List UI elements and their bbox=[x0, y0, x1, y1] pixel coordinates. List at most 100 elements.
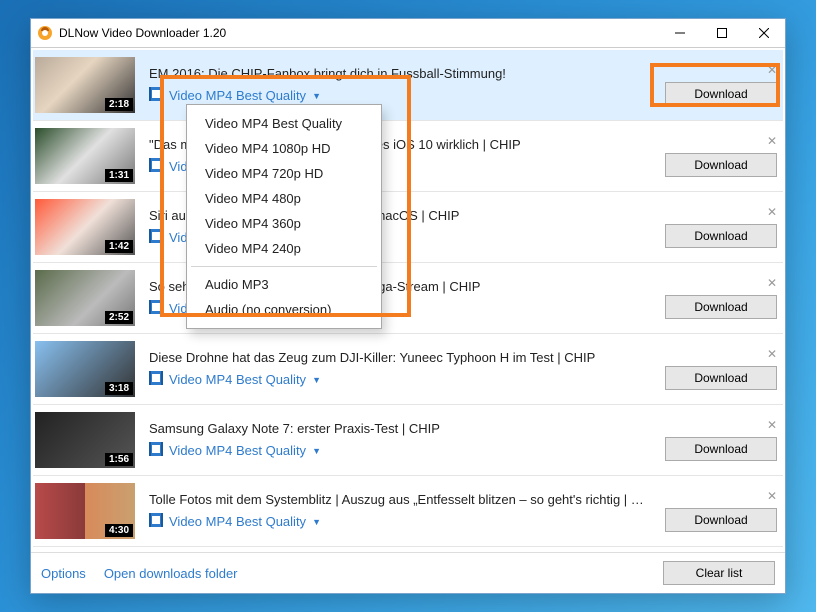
video-meta: EM 2016: Die CHIP-Fanbox bringt dich in … bbox=[135, 66, 647, 104]
quality-label: Video MP4 Best Quality bbox=[169, 88, 306, 103]
maximize-icon bbox=[717, 28, 727, 38]
remove-item-button[interactable]: ✕ bbox=[767, 348, 777, 362]
video-meta: Diese Drohne hat das Zeug zum DJI-Killer… bbox=[135, 350, 647, 388]
row-actions: ✕ Download bbox=[647, 64, 777, 106]
app-icon bbox=[37, 25, 53, 41]
quality-selector[interactable]: Video MP4 Best Quality ▼ bbox=[149, 87, 647, 104]
video-list: 2:18 EM 2016: Die CHIP-Fanbox bringt dich… bbox=[31, 48, 785, 552]
download-button[interactable]: Download bbox=[665, 366, 777, 390]
chevron-down-icon: ▼ bbox=[312, 446, 321, 456]
download-label: Download bbox=[694, 300, 747, 314]
quality-selector[interactable]: Video MP4 Best Quality ▼ bbox=[149, 371, 647, 388]
row-actions: ✕ Download bbox=[647, 277, 777, 319]
row-actions: ✕ Download bbox=[647, 419, 777, 461]
video-duration: 1:42 bbox=[105, 240, 133, 253]
video-title: Samsung Galaxy Note 7: erster Praxis-Tes… bbox=[149, 421, 647, 436]
video-meta: Samsung Galaxy Note 7: erster Praxis-Tes… bbox=[135, 421, 647, 459]
remove-item-button[interactable]: ✕ bbox=[767, 206, 777, 220]
film-icon bbox=[149, 229, 169, 246]
row-actions: ✕ Download bbox=[647, 348, 777, 390]
film-icon bbox=[149, 513, 169, 530]
quality-label: Video MP4 Best Quality bbox=[169, 372, 306, 387]
video-thumbnail[interactable]: 4:30 bbox=[35, 483, 135, 539]
film-icon bbox=[149, 442, 169, 459]
window-controls bbox=[659, 19, 785, 47]
download-button[interactable]: Download bbox=[665, 153, 777, 177]
video-thumbnail[interactable]: 1:42 bbox=[35, 199, 135, 255]
download-button[interactable]: Download bbox=[665, 437, 777, 461]
options-link[interactable]: Options bbox=[41, 566, 86, 581]
video-row[interactable]: 4:30 Tolle Fotos mit dem Systemblitz | Au… bbox=[33, 476, 783, 547]
dropdown-item[interactable]: Video MP4 Best Quality bbox=[187, 111, 381, 136]
video-duration: 1:56 bbox=[105, 453, 133, 466]
close-icon bbox=[759, 28, 769, 38]
clear-list-label: Clear list bbox=[696, 566, 743, 580]
download-button[interactable]: Download bbox=[665, 224, 777, 248]
download-label: Download bbox=[694, 87, 747, 101]
maximize-button[interactable] bbox=[701, 19, 743, 47]
row-actions: ✕ Download bbox=[647, 206, 777, 248]
dropdown-item[interactable]: Audio (no conversion) bbox=[187, 297, 381, 322]
download-label: Download bbox=[694, 158, 747, 172]
remove-item-button[interactable]: ✕ bbox=[767, 135, 777, 149]
film-icon bbox=[149, 300, 169, 317]
minimize-icon bbox=[675, 28, 685, 38]
titlebar[interactable]: DLNow Video Downloader 1.20 bbox=[31, 19, 785, 48]
quality-dropdown[interactable]: Video MP4 Best QualityVideo MP4 1080p HD… bbox=[186, 104, 382, 329]
close-button[interactable] bbox=[743, 19, 785, 47]
download-label: Download bbox=[694, 229, 747, 243]
video-duration: 4:30 bbox=[105, 524, 133, 537]
dropdown-item[interactable]: Video MP4 360p bbox=[187, 211, 381, 236]
quality-label: Video MP4 Best Quality bbox=[169, 443, 306, 458]
chevron-down-icon: ▼ bbox=[312, 517, 321, 527]
video-row[interactable]: 1:56 Samsung Galaxy Note 7: erster Praxis… bbox=[33, 405, 783, 476]
video-title: EM 2016: Die CHIP-Fanbox bringt dich in … bbox=[149, 66, 647, 81]
dropdown-separator bbox=[191, 266, 377, 267]
video-row[interactable]: 3:18 Diese Drohne hat das Zeug zum DJI-Ki… bbox=[33, 334, 783, 405]
video-title: Tolle Fotos mit dem Systemblitz | Auszug… bbox=[149, 492, 647, 507]
remove-item-button[interactable]: ✕ bbox=[767, 419, 777, 433]
film-icon bbox=[149, 371, 169, 388]
video-thumbnail[interactable]: 1:56 bbox=[35, 412, 135, 468]
video-thumbnail[interactable]: 3:18 bbox=[35, 341, 135, 397]
dropdown-item[interactable]: Video MP4 240p bbox=[187, 236, 381, 261]
remove-item-button[interactable]: ✕ bbox=[767, 64, 777, 78]
download-button[interactable]: Download bbox=[665, 508, 777, 532]
bottom-bar: Options Open downloads folder Clear list bbox=[31, 552, 785, 593]
video-duration: 1:31 bbox=[105, 169, 133, 182]
video-thumbnail[interactable]: 2:18 bbox=[35, 57, 135, 113]
download-button[interactable]: Download bbox=[665, 82, 777, 106]
clear-list-button[interactable]: Clear list bbox=[663, 561, 775, 585]
download-label: Download bbox=[694, 442, 747, 456]
remove-item-button[interactable]: ✕ bbox=[767, 277, 777, 291]
video-duration: 2:18 bbox=[105, 98, 133, 111]
row-actions: ✕ Download bbox=[647, 490, 777, 532]
video-meta: Tolle Fotos mit dem Systemblitz | Auszug… bbox=[135, 492, 647, 530]
chevron-down-icon: ▼ bbox=[312, 91, 321, 101]
quality-selector[interactable]: Video MP4 Best Quality ▼ bbox=[149, 442, 647, 459]
minimize-button[interactable] bbox=[659, 19, 701, 47]
video-row[interactable]: 1:42Siri auf dem Mac: So cool ist das ne… bbox=[33, 192, 783, 263]
video-thumbnail[interactable]: 2:52 bbox=[35, 270, 135, 326]
remove-item-button[interactable]: ✕ bbox=[767, 490, 777, 504]
video-duration: 2:52 bbox=[105, 311, 133, 324]
chevron-down-icon: ▼ bbox=[312, 375, 321, 385]
quality-selector[interactable]: Video MP4 Best Quality ▼ bbox=[149, 513, 647, 530]
download-label: Download bbox=[694, 371, 747, 385]
dropdown-item[interactable]: Video MP4 720p HD bbox=[187, 161, 381, 186]
quality-label: Video MP4 Best Quality bbox=[169, 514, 306, 529]
video-row[interactable]: 1:31"Das meiste ist geklaut": So gut ist… bbox=[33, 121, 783, 192]
app-window: DLNow Video Downloader 1.20 2:18 EM 2016:… bbox=[30, 18, 786, 594]
dropdown-item[interactable]: Audio MP3 bbox=[187, 272, 381, 297]
video-row[interactable]: 2:18 EM 2016: Die CHIP-Fanbox bringt dich… bbox=[33, 50, 783, 121]
dropdown-item[interactable]: Video MP4 480p bbox=[187, 186, 381, 211]
open-downloads-link[interactable]: Open downloads folder bbox=[104, 566, 238, 581]
row-actions: ✕ Download bbox=[647, 135, 777, 177]
download-button[interactable]: Download bbox=[665, 295, 777, 319]
dropdown-item[interactable]: Video MP4 1080p HD bbox=[187, 136, 381, 161]
window-title: DLNow Video Downloader 1.20 bbox=[59, 26, 659, 40]
download-label: Download bbox=[694, 513, 747, 527]
video-thumbnail[interactable]: 1:31 bbox=[35, 128, 135, 184]
video-title: Diese Drohne hat das Zeug zum DJI-Killer… bbox=[149, 350, 647, 365]
video-row[interactable]: 2:52So sehen Sie den kostenlosen Bundesl… bbox=[33, 263, 783, 334]
